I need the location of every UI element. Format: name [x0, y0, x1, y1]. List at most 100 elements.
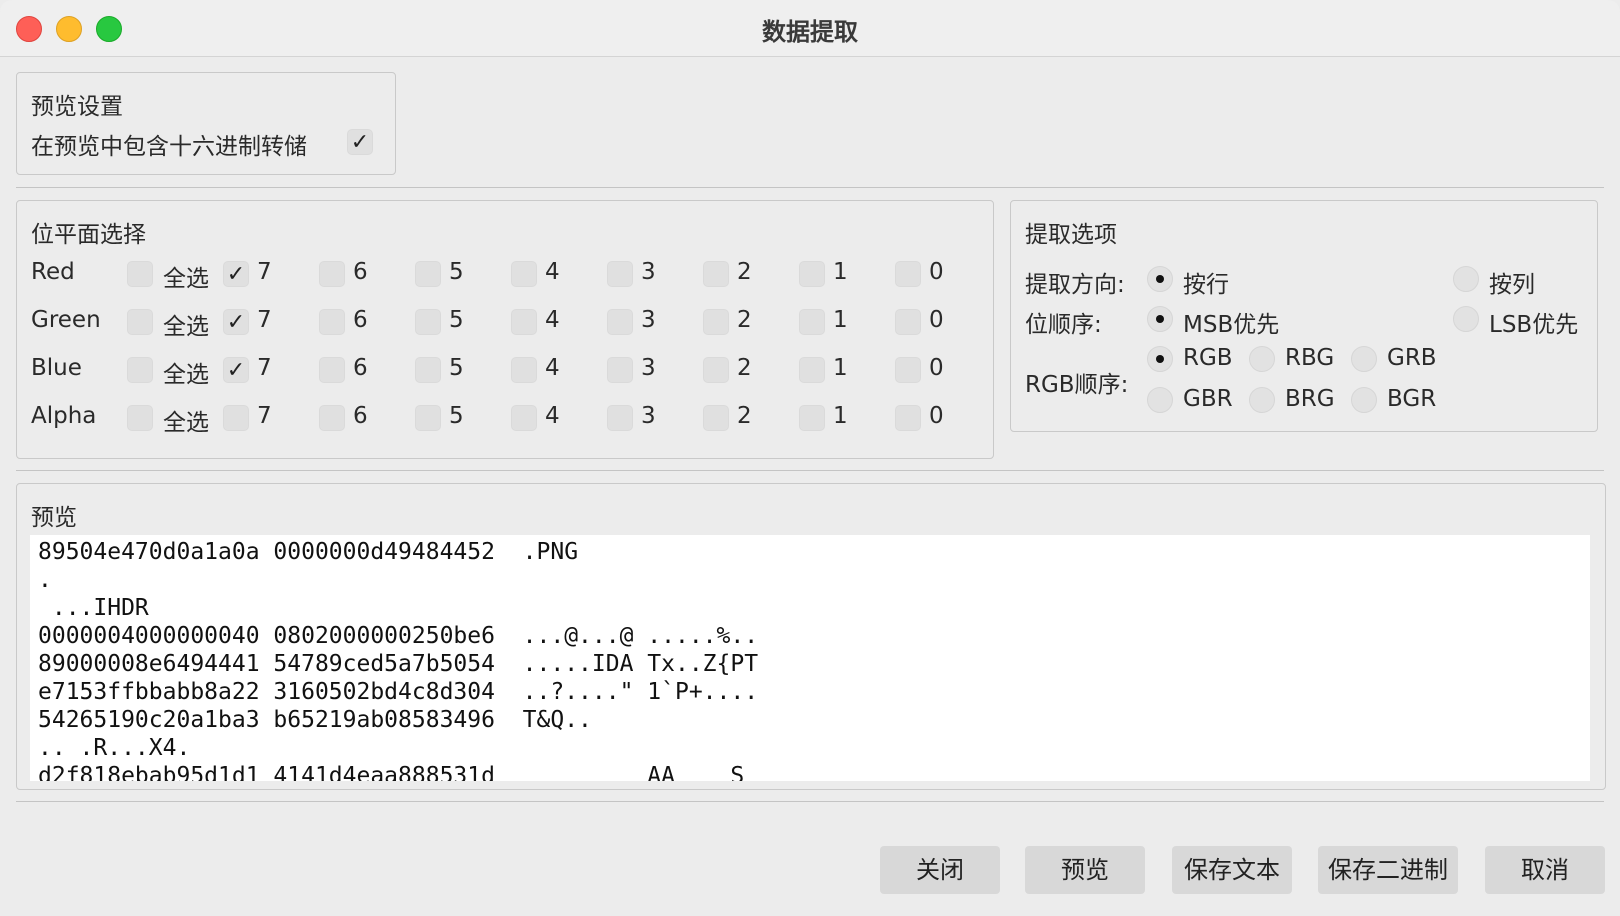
preview-button[interactable]: 预览	[1025, 846, 1145, 894]
bit-label: 0	[929, 403, 944, 429]
bit-checkbox[interactable]	[799, 357, 825, 383]
bit-checkbox[interactable]	[415, 357, 441, 383]
direction-row-label: 按行	[1183, 272, 1229, 298]
bit-checkbox[interactable]	[607, 357, 633, 383]
bit-label: 5	[449, 259, 464, 285]
bit-checkbox[interactable]	[511, 357, 537, 383]
direction-row-radio[interactable]	[1147, 266, 1173, 292]
lsb-first-label: LSB优先	[1489, 312, 1579, 338]
bit-label: 4	[545, 403, 560, 429]
bit-label: 2	[737, 355, 752, 381]
window-title: 数据提取	[762, 18, 858, 46]
bit-label: 7	[257, 355, 272, 381]
rgb-order-gbr-radio[interactable]	[1147, 387, 1173, 413]
bit-label: 6	[353, 259, 368, 285]
msb-first-label: MSB优先	[1183, 312, 1280, 338]
cancel-button[interactable]: 取消	[1485, 846, 1605, 894]
rgb-order-rbg-label: RBG	[1285, 345, 1335, 371]
bit-checkbox[interactable]: ✓	[223, 357, 249, 383]
bit-checkbox[interactable]	[895, 357, 921, 383]
rgb-order-bgr-radio[interactable]	[1351, 387, 1377, 413]
bit-label: 1	[833, 355, 848, 381]
bit-label: 0	[929, 307, 944, 333]
rgb-order-brg-label: BRG	[1285, 386, 1335, 412]
bit-checkbox[interactable]	[319, 261, 345, 287]
select-all-checkbox[interactable]	[127, 357, 153, 383]
bit-checkbox[interactable]	[319, 405, 345, 431]
bit-label: 7	[257, 259, 272, 285]
direction-col-label: 按列	[1489, 272, 1535, 298]
title-bar: 数据提取	[0, 0, 1620, 57]
bit-checkbox[interactable]	[511, 261, 537, 287]
preview-line: d2f818ebab95d1d1 4141d4eaa888531d AA S	[38, 763, 745, 781]
bit-label: 1	[833, 259, 848, 285]
save-text-button[interactable]: 保存文本	[1172, 846, 1292, 894]
bit-checkbox[interactable]	[511, 405, 537, 431]
rgb-order-brg-radio[interactable]	[1249, 387, 1275, 413]
bit-checkbox[interactable]	[415, 309, 441, 335]
bit-checkbox[interactable]	[703, 261, 729, 287]
bit-checkbox[interactable]	[703, 357, 729, 383]
preview-line: 54265190c20a1ba3 b65219ab08583496 T&Q..	[38, 707, 592, 733]
select-all-checkbox[interactable]	[127, 405, 153, 431]
bit-label: 4	[545, 259, 560, 285]
select-all-label: 全选	[163, 410, 209, 436]
bit-checkbox[interactable]	[895, 309, 921, 335]
bit-checkbox[interactable]	[319, 357, 345, 383]
msb-first-radio[interactable]	[1147, 306, 1173, 332]
lsb-first-radio[interactable]	[1453, 306, 1479, 332]
separator	[16, 801, 1604, 802]
bit-checkbox[interactable]	[703, 309, 729, 335]
bit-label: 2	[737, 307, 752, 333]
close-button[interactable]: 关闭	[880, 846, 1000, 894]
bit-label: 3	[641, 355, 656, 381]
bit-label: 7	[257, 307, 272, 333]
direction-col-radio[interactable]	[1453, 266, 1479, 292]
bit-checkbox[interactable]	[799, 261, 825, 287]
bit-checkbox[interactable]: ✓	[223, 261, 249, 287]
bit-checkbox[interactable]	[895, 405, 921, 431]
extract-options-group: 提取选项 提取方向: 按行 按列 位顺序: MSB优先 LSB优先 RGB顺序:…	[1010, 200, 1598, 432]
bit-checkbox[interactable]	[799, 405, 825, 431]
preview-text-area[interactable]: 89504e470d0a1a0a 0000000d49484452 .PNG. …	[30, 535, 1590, 781]
bit-label: 3	[641, 403, 656, 429]
bit-checkbox[interactable]	[703, 405, 729, 431]
bit-label: 2	[737, 403, 752, 429]
bit-label: 5	[449, 307, 464, 333]
include-hex-checkbox[interactable]: ✓	[347, 129, 373, 155]
bit-checkbox[interactable]	[607, 405, 633, 431]
bit-label: 0	[929, 355, 944, 381]
rgb-order-rgb-radio[interactable]	[1147, 346, 1173, 372]
preview-line: 89504e470d0a1a0a 0000000d49484452 .PNG	[38, 539, 579, 565]
bit-checkbox[interactable]	[223, 405, 249, 431]
bit-label: 6	[353, 403, 368, 429]
rgb-order-grb-label: GRB	[1387, 345, 1437, 371]
select-all-checkbox[interactable]	[127, 261, 153, 287]
rgb-order-label: RGB顺序:	[1025, 372, 1129, 398]
bitplane-group: 位平面选择 Red 全选 ✓ 7 6 5 4 3 2 1 0 Green 全选 ✓ 7 6 5 4 3 2 1 0 Blue…	[16, 200, 994, 459]
save-binary-button[interactable]: 保存二进制	[1318, 846, 1458, 894]
bit-checkbox[interactable]	[319, 309, 345, 335]
separator	[16, 187, 1604, 188]
bit-label: 4	[545, 307, 560, 333]
rgb-order-rgb-label: RGB	[1183, 345, 1233, 371]
preview-title: 预览	[31, 505, 77, 531]
rgb-order-grb-radio[interactable]	[1351, 346, 1377, 372]
rgb-order-bgr-label: BGR	[1387, 386, 1437, 412]
include-hex-label: 在预览中包含十六进制转储	[31, 134, 307, 160]
bit-checkbox[interactable]	[415, 405, 441, 431]
preview-line: e7153ffbbabb8a22 3160502bd4c8d304 ..?...…	[38, 679, 759, 705]
select-all-checkbox[interactable]	[127, 309, 153, 335]
bit-checkbox[interactable]	[895, 261, 921, 287]
bit-checkbox[interactable]	[799, 309, 825, 335]
bit-checkbox[interactable]	[415, 261, 441, 287]
bit-label: 5	[449, 355, 464, 381]
bit-checkbox[interactable]	[607, 261, 633, 287]
bit-checkbox[interactable]: ✓	[223, 309, 249, 335]
bit-label: 5	[449, 403, 464, 429]
bitplane-row-label: Blue	[31, 355, 82, 381]
bit-checkbox[interactable]	[511, 309, 537, 335]
bitplane-row-label: Red	[31, 259, 75, 285]
rgb-order-rbg-radio[interactable]	[1249, 346, 1275, 372]
bit-checkbox[interactable]	[607, 309, 633, 335]
